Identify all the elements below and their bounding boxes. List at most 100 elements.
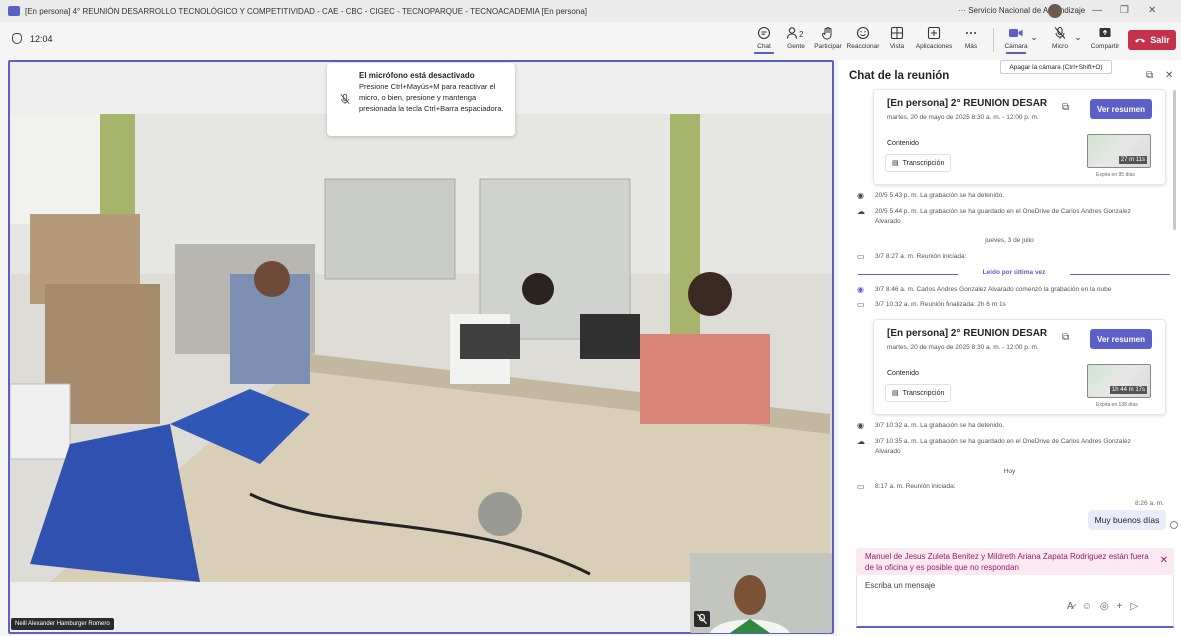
recap-card: [En persona] 2° REUNIÓN DESARROLL... mar… (873, 89, 1166, 185)
meeting-toolbar: 12:04 Chat 2 Gente Participar Reaccionar… (0, 22, 1181, 58)
mic-off-icon (1054, 26, 1066, 39)
record-icon: ◉ (857, 285, 864, 294)
self-mic-off-icon (694, 611, 710, 627)
share-label: Compartir (1090, 43, 1120, 50)
view-label: Vista (889, 43, 905, 50)
emoji-icon[interactable]: ☺ (1082, 601, 1092, 612)
restore-button[interactable]: ❐ (1120, 5, 1129, 16)
date-divider: jueves, 3 de julio (985, 237, 1034, 244)
recap-date: martes, 20 de mayo de 2025 8:30 a. m. - … (887, 114, 1039, 121)
recording-thumbnail[interactable]: 27 m 11s (1087, 134, 1151, 168)
people-label: Gente (787, 43, 805, 50)
message-timestamp: 8:26 a. m. (1135, 500, 1164, 507)
recording-expiry: Expira en 95 días (1096, 172, 1135, 178)
chat-scrollbar[interactable] (1173, 90, 1176, 230)
chat-label: Chat (757, 43, 771, 50)
recording-thumbnail[interactable]: 1h 44 m 17s (1087, 364, 1151, 398)
leave-button[interactable]: Salir (1128, 30, 1176, 50)
view-recap-button[interactable]: Ver resumen (1090, 329, 1152, 349)
smile-icon (856, 26, 870, 40)
participant-name-label: Neill Alexander Hamburger Romero (11, 618, 114, 630)
raise-label: Participar (814, 43, 842, 50)
chat-icon (757, 26, 771, 40)
recording-expiry: Expira en 138 días (1096, 402, 1138, 408)
self-view-video[interactable] (690, 553, 832, 633)
mic-toast-body: Presione Ctrl+Mayús+M para reactivar el … (359, 82, 504, 113)
people-icon: 2 (786, 27, 804, 39)
people-count: 2 (799, 30, 804, 39)
window-title: [En persona] 4° REUNIÓN DESARROLLO TECNO… (25, 6, 587, 16)
meeting-camera-icon: ▭ (857, 252, 865, 261)
event-row: ☁ 20/5 5:44 p. m. La grabación se ha guar… (857, 207, 1131, 225)
more-label: Más (964, 43, 978, 50)
last-read-marker: Leído por última vez (858, 269, 1170, 279)
sent-status-icon (1170, 521, 1178, 529)
event-row: ▭ 3/7 8:27 a. m. Reunión iniciada: (857, 252, 967, 261)
event-row: ◉ 3/7 8:46 a. m. Carlos Andres Gonzalez A… (857, 285, 1112, 294)
transcript-label: Transcripción (902, 389, 945, 397)
share-button[interactable]: Compartir (1083, 25, 1127, 50)
recap-title: [En persona] 2° REUNIÓN DESARROLL... (887, 98, 1047, 109)
leave-label: Salir (1150, 35, 1170, 45)
composer-actions: A̷ ☺ ◎ + ▷ (1067, 601, 1138, 612)
toolbar-divider (993, 28, 994, 52)
share-recap-icon[interactable]: ⧉ (1062, 332, 1069, 343)
teams-icon (8, 6, 20, 16)
attach-plus-icon[interactable]: + (1117, 601, 1123, 612)
mic-toast-title: El micrófono está desactivado (359, 71, 475, 80)
meeting-room-video (10, 114, 832, 582)
apps-label: Aplicaciones (915, 43, 953, 50)
popout-icon[interactable]: ⧉ (1146, 70, 1153, 81)
chat-message-bubble[interactable]: Muy buenos días (1088, 510, 1166, 530)
dismiss-banner-icon[interactable]: ✕ (1160, 555, 1168, 566)
loop-icon[interactable]: ◎ (1100, 601, 1109, 612)
chat-panel: Chat de la reunión ⧉ ✕ [En persona] 2° R… (838, 60, 1181, 636)
content-label: Contenido (887, 370, 919, 377)
recap-title: [En persona] 2° REUNIÓN DESARROLL... (887, 328, 1047, 339)
view-button[interactable]: Vista (877, 25, 917, 50)
close-window-button[interactable]: ✕ (1148, 5, 1156, 16)
message-input[interactable]: Escriba un mensaje (865, 581, 935, 590)
out-of-office-banner: Manuel de Jesus Zuleta Benitez y Mildret… (856, 548, 1174, 575)
timer-text: 12:04 (30, 33, 53, 44)
close-chat-icon[interactable]: ✕ (1165, 70, 1173, 81)
hand-icon (822, 27, 832, 40)
raise-hand-button[interactable]: Participar (808, 25, 848, 50)
message-composer[interactable]: Escriba un mensaje A̷ ☺ ◎ + ▷ (856, 575, 1174, 628)
format-icon[interactable]: A̷ (1067, 601, 1074, 612)
share-recap-icon[interactable]: ⧉ (1062, 102, 1069, 113)
window-titlebar: [En persona] 4° REUNIÓN DESARROLLO TECNO… (0, 0, 1181, 22)
cloud-save-icon: ☁ (857, 207, 865, 216)
meeting-camera-icon: ▭ (857, 300, 865, 309)
event-row: ◉ 20/5 5:43 p. m. La grabación se ha dete… (857, 191, 1005, 200)
mic-off-icon (340, 93, 350, 105)
recap-card: [En persona] 2° REUNIÓN DESARROLL... mar… (873, 319, 1166, 415)
view-recap-button[interactable]: Ver resumen (1090, 99, 1152, 119)
recording-duration: 1h 44 m 17s (1109, 386, 1147, 394)
event-row: ☁ 3/7 10:35 a. m. La grabación se ha guar… (857, 437, 1131, 455)
shield-icon (12, 33, 22, 44)
mic-muted-toast: El micrófono está desactivado Presione C… (327, 63, 515, 136)
more-button[interactable]: Más (951, 25, 991, 50)
out-of-office-text: Manuel de Jesus Zuleta Benitez y Mildret… (865, 552, 1149, 572)
org-name[interactable]: ··· Servicio Nacional de Aprendizaje (958, 6, 1085, 15)
camera-tooltip: Apagar la cámara (Ctrl+Shift+O) (1000, 60, 1112, 74)
transcript-button[interactable]: ▤ Transcripción (885, 154, 952, 172)
send-icon[interactable]: ▷ (1130, 601, 1138, 612)
camera-options-chevron-icon[interactable]: ⌄ (1027, 32, 1041, 43)
camera-icon (1009, 29, 1023, 37)
chat-panel-title: Chat de la reunión (849, 70, 950, 82)
date-divider: Hoy (1003, 468, 1016, 475)
minimize-button[interactable]: — (1092, 5, 1102, 16)
grid-icon (890, 26, 904, 40)
account-avatar[interactable] (1048, 4, 1062, 18)
event-row: ▭ 8:17 a. m. Reunión iniciada: (857, 482, 956, 491)
transcript-button[interactable]: ▤ Transcripción (885, 384, 952, 402)
recording-duration: 27 m 11s (1118, 156, 1147, 164)
video-stage (8, 60, 834, 634)
transcript-label: Transcripción (902, 159, 945, 167)
apps-button[interactable]: Aplicaciones (914, 25, 954, 50)
transcript-icon: ▤ (892, 390, 899, 397)
record-stop-icon: ◉ (857, 421, 864, 430)
record-stop-icon: ◉ (857, 191, 864, 200)
